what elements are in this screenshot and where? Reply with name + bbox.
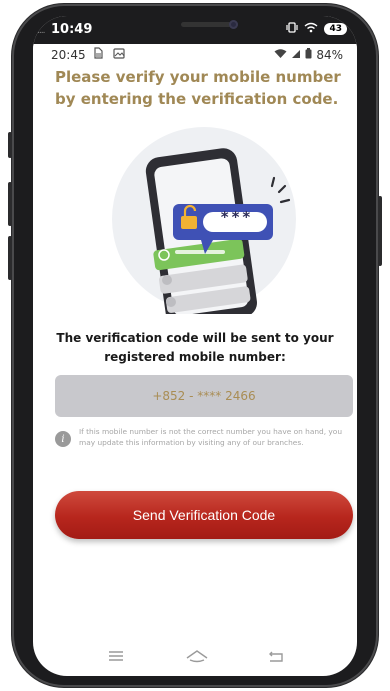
- battery-percentage: 84%: [316, 48, 343, 62]
- outer-status-bar: .... 10:49 43: [33, 16, 357, 44]
- phone-screen: .... 10:49 43 20:45 84% Please verify yo…: [33, 16, 357, 676]
- power-button: [378, 196, 382, 266]
- notification-icons: [93, 47, 125, 62]
- code-mask-text: ***: [220, 208, 254, 226]
- mobile-number-value: +852 - **** 2466: [152, 389, 256, 403]
- verification-illustration: ***: [109, 124, 299, 326]
- wifi-icon: [274, 48, 287, 62]
- info-note-text: If this mobile number is not the correct…: [79, 427, 343, 447]
- image-notification-icon: [113, 48, 125, 62]
- info-note: i If this mobile number is not the corre…: [55, 427, 355, 448]
- system-navigation-bar: [33, 636, 357, 676]
- earpiece-speaker: [181, 22, 233, 27]
- inner-status-icons: 84%: [274, 48, 343, 62]
- outer-status-time: 10:49: [51, 22, 93, 37]
- battery-icon: [305, 48, 312, 62]
- send-verification-code-button[interactable]: Send Verification Code: [55, 491, 353, 539]
- mobile-number-field: +852 - **** 2466: [55, 375, 353, 417]
- info-icon: i: [55, 431, 71, 447]
- front-camera: [229, 20, 238, 29]
- inner-status-time: 20:45: [51, 48, 86, 62]
- sim-icon: [93, 47, 113, 62]
- outer-battery-badge: 43: [324, 23, 347, 35]
- menu-icon[interactable]: [105, 646, 127, 666]
- home-icon[interactable]: [185, 646, 208, 666]
- back-icon[interactable]: [265, 646, 287, 666]
- wifi-icon: [304, 22, 318, 36]
- vibrate-icon: [286, 22, 299, 36]
- signal-dots: ....: [37, 26, 46, 36]
- outer-status-icons: 43: [286, 22, 347, 36]
- page-heading: Please verify your mobile number by ente…: [55, 68, 341, 108]
- instruction-text: The verification code will be sent to yo…: [56, 331, 334, 364]
- inner-status-bar: 20:45 84%: [33, 44, 357, 66]
- signal-icon: [291, 48, 301, 62]
